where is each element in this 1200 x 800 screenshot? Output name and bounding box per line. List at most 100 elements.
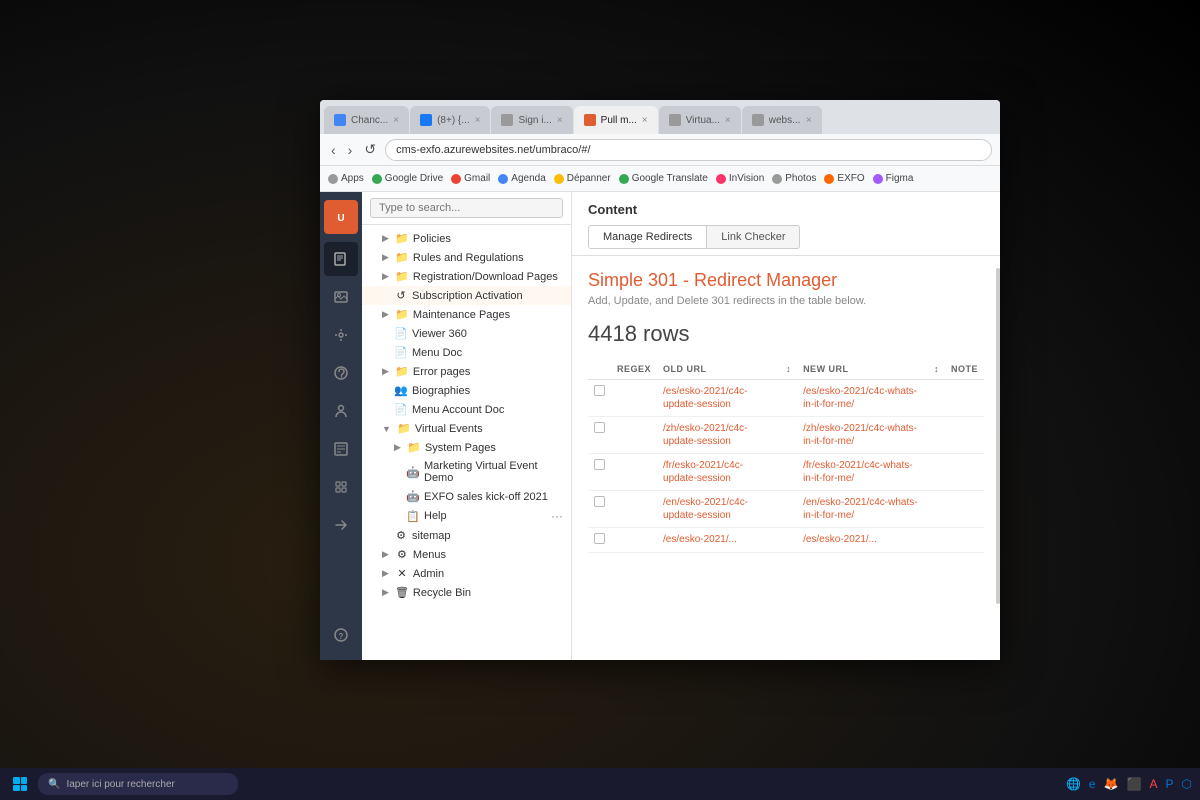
edge-icon[interactable]: e	[1089, 777, 1096, 791]
row-checkbox[interactable]	[594, 496, 605, 507]
row-col-s1	[780, 454, 797, 491]
tree-item-label: Rules and Regulations	[413, 252, 563, 264]
tree-search-input[interactable]	[370, 198, 563, 218]
tab-close-icon[interactable]: ×	[806, 115, 812, 126]
tree-item-admin[interactable]: ▶ ✕ Admin	[362, 564, 571, 583]
tree-item-biographies[interactable]: 👥 Biographies	[362, 381, 571, 400]
table-row[interactable]: /en/esko-2021/c4c-update-session /en/esk…	[588, 491, 984, 528]
admin-icon: ✕	[395, 567, 409, 580]
tree-item-exfo-kickoff[interactable]: 🤖 EXFO sales kick-off 2021	[362, 487, 571, 506]
tab-facebook[interactable]: (8+) {... ×	[410, 106, 490, 134]
doc-icon: 📄	[394, 346, 408, 359]
chevron-icon: ▼	[382, 424, 391, 434]
tree-item-virtual-events[interactable]: ▼ 📁 Virtual Events	[362, 419, 571, 438]
tree-item-system-pages[interactable]: ▶ 📁 System Pages	[362, 438, 571, 457]
content-tabs: Manage Redirects Link Checker	[588, 225, 984, 249]
app-icon-1[interactable]: ⬛	[1127, 777, 1142, 791]
sidebar-help-icon[interactable]: ?	[324, 618, 358, 652]
tab-close-icon[interactable]: ×	[393, 115, 399, 126]
bookmark-translate[interactable]: Google Translate	[619, 173, 708, 184]
start-button[interactable]	[8, 772, 32, 796]
sidebar-media-icon[interactable]	[324, 280, 358, 314]
sidebar-forms-icon[interactable]	[324, 356, 358, 390]
address-input[interactable]	[385, 139, 992, 161]
bookmark-exfo[interactable]: EXFO	[824, 173, 864, 184]
umbraco-logo[interactable]: U	[324, 200, 358, 234]
row-col-s2	[928, 380, 945, 417]
sidebar-packages-icon[interactable]	[324, 470, 358, 504]
refresh-button[interactable]: ↺	[361, 141, 379, 158]
tree-item-menu-account[interactable]: 📄 Menu Account Doc	[362, 400, 571, 419]
row-col-s2	[928, 454, 945, 491]
tree-item-menus[interactable]: ▶ ⚙ Menus	[362, 545, 571, 564]
vscode-icon[interactable]: ⬡	[1182, 777, 1192, 791]
bookmark-figma[interactable]: Figma	[873, 173, 914, 184]
tab-manage-redirects[interactable]: Manage Redirects	[588, 225, 707, 249]
tab-virtual[interactable]: Virtua... ×	[659, 106, 741, 134]
folder-icon: 📁	[395, 308, 409, 321]
tab-favicon	[669, 114, 681, 126]
tree-item-label: Biographies	[412, 385, 563, 397]
tree-item-label: Menu Doc	[412, 347, 563, 359]
tree-item-sitemap[interactable]: ⚙ sitemap	[362, 526, 571, 545]
bookmark-label: Gmail	[464, 173, 490, 184]
app-icon-3[interactable]: P	[1166, 777, 1174, 791]
row-col-s1	[780, 491, 797, 528]
sidebar-settings-icon[interactable]	[324, 318, 358, 352]
row-checkbox[interactable]	[594, 385, 605, 396]
ie-icon[interactable]: 🌐	[1066, 777, 1081, 791]
row-checkbox[interactable]	[594, 459, 605, 470]
bookmark-apps[interactable]: Apps	[328, 173, 364, 184]
tree-item-recycle[interactable]: ▶ 🗑 Recycle Bin	[362, 583, 571, 602]
row-checkbox[interactable]	[594, 533, 605, 544]
tree-item-registration[interactable]: ▶ 📁 Registration/Download Pages	[362, 267, 571, 286]
tab-webs[interactable]: webs... ×	[742, 106, 822, 134]
tab-chanc[interactable]: Chanc... ×	[324, 106, 409, 134]
bookmark-photos[interactable]: Photos	[772, 173, 816, 184]
bookmark-invision[interactable]: InVision	[716, 173, 764, 184]
back-button[interactable]: ‹	[328, 142, 339, 158]
tab-close-icon[interactable]: ×	[475, 115, 481, 126]
sidebar-dictionary-icon[interactable]	[324, 432, 358, 466]
tree-item-rules[interactable]: ▶ 📁 Rules and Regulations	[362, 248, 571, 267]
tab-active[interactable]: Pull m... ×	[574, 106, 658, 134]
tree-item-marketing-event[interactable]: 🤖 Marketing Virtual Event Demo	[362, 457, 571, 487]
more-options-icon[interactable]: ···	[551, 509, 563, 523]
table-row[interactable]: /zh/esko-2021/c4c-update-session /zh/esk…	[588, 417, 984, 454]
table-row[interactable]: /fr/esko-2021/c4c-update-session /fr/esk…	[588, 454, 984, 491]
tree-item-label: Error pages	[413, 366, 563, 378]
tab-close-icon[interactable]: ×	[557, 115, 563, 126]
sidebar-deploy-icon[interactable]	[324, 508, 358, 542]
tree-item-label: Marketing Virtual Event Demo	[424, 460, 563, 484]
row-checkbox[interactable]	[594, 422, 605, 433]
firefox-icon[interactable]: 🦊	[1104, 777, 1119, 791]
tab-close-icon[interactable]: ×	[642, 115, 648, 126]
table-row[interactable]: /es/esko-2021/... /es/esko-2021/...	[588, 528, 984, 553]
tree-item-viewer360[interactable]: 📄 Viewer 360	[362, 324, 571, 343]
table-row[interactable]: /es/esko-2021/c4c-update-session /es/esk…	[588, 380, 984, 417]
tree-item-label: Policies	[413, 233, 563, 245]
tree-item-label: Subscription Activation	[412, 290, 563, 302]
tree-item-subscription[interactable]: ↺ Subscription Activation	[362, 286, 571, 305]
tab-close-icon[interactable]: ×	[725, 115, 731, 126]
tree-item-maintenance[interactable]: ▶ 📁 Maintenance Pages	[362, 305, 571, 324]
tree-item-error[interactable]: ▶ 📁 Error pages	[362, 362, 571, 381]
col-header-note: NOTE	[945, 359, 984, 380]
bookmark-icon	[498, 174, 508, 184]
tab-signin[interactable]: Sign i... ×	[491, 106, 572, 134]
forward-button[interactable]: ›	[345, 142, 356, 158]
tree-item-policies[interactable]: ▶ 📁 Policies	[362, 229, 571, 248]
bookmark-gdrive[interactable]: Google Drive	[372, 173, 443, 184]
tree-item-help[interactable]: 📋 Help ···	[362, 506, 571, 526]
sidebar-content-icon[interactable]	[324, 242, 358, 276]
bookmark-label: Agenda	[511, 173, 545, 184]
tab-link-checker[interactable]: Link Checker	[707, 225, 800, 249]
bookmark-agenda[interactable]: Agenda	[498, 173, 545, 184]
app-icon-2[interactable]: A	[1149, 777, 1157, 791]
bookmark-gmail[interactable]: Gmail	[451, 173, 490, 184]
tree-item-label: Recycle Bin	[413, 587, 563, 599]
taskbar-search[interactable]: 🔍 Iaper ici pour rechercher	[38, 773, 238, 795]
tree-item-menudoc[interactable]: 📄 Menu Doc	[362, 343, 571, 362]
bookmark-depanner[interactable]: Dépanner	[554, 173, 611, 184]
sidebar-users-icon[interactable]	[324, 394, 358, 428]
